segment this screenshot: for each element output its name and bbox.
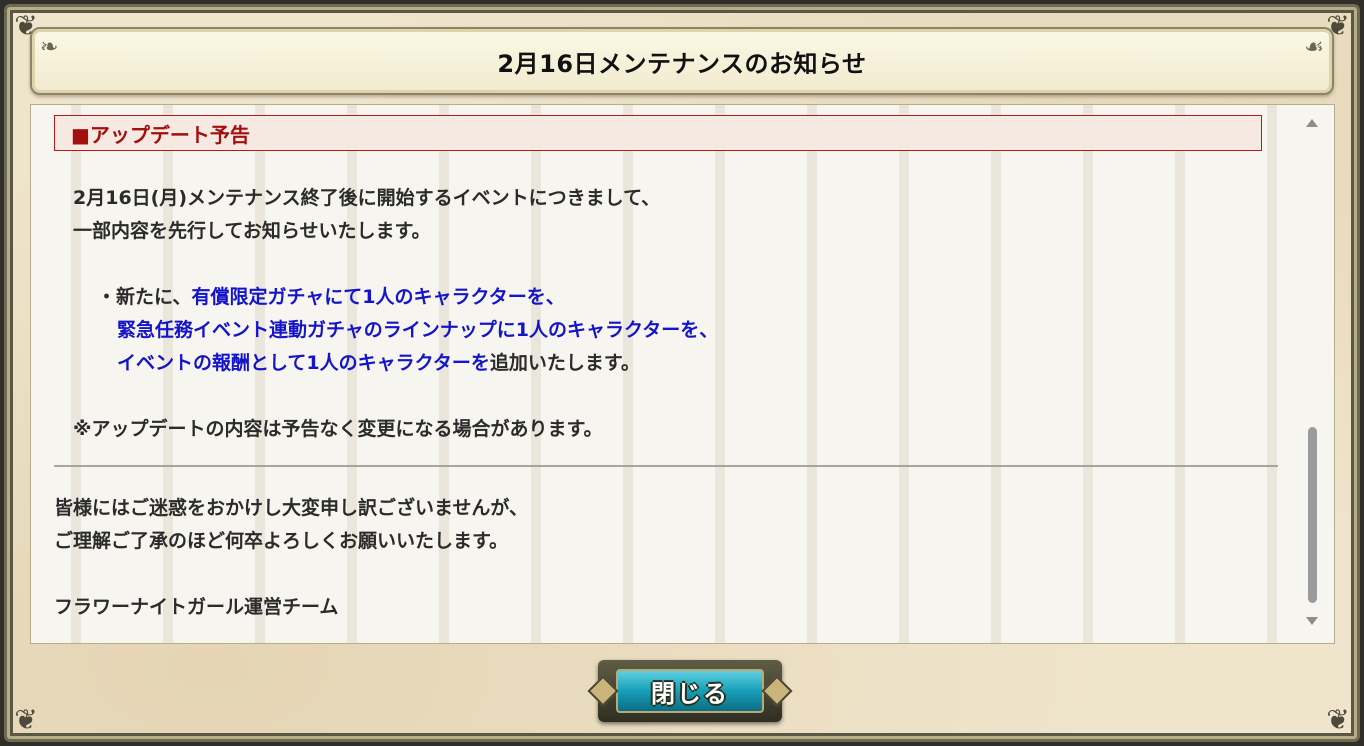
- bullet-prefix: ・新たに、: [97, 286, 192, 308]
- close-button-label: 閉じる: [651, 679, 729, 708]
- divider: [54, 465, 1278, 467]
- ornament-corner-icon: ❦: [1326, 703, 1350, 736]
- scroll-ornament-icon: ❧: [40, 35, 59, 60]
- title-bar: ❧ ☙ 2月16日メンテナンスのお知らせ: [30, 27, 1334, 95]
- section-header-label: ■アップデート予告: [71, 122, 250, 147]
- update-note: ※アップデートの内容は予告なく変更になる場合があります。: [73, 418, 603, 440]
- scroll-up-arrow-icon[interactable]: [1306, 119, 1318, 127]
- bullet-suffix: 追加いたします。: [489, 352, 641, 374]
- apology-line-2: ご理解ご了承のほど何卒よろしくお願いいたします。: [54, 530, 509, 552]
- highlight-text: 有償限定ガチャにて1人のキャラクターを、: [191, 286, 565, 308]
- vertical-scrollbar[interactable]: [1302, 113, 1322, 627]
- highlight-text: イベントの報酬として1人のキャラクターを: [117, 352, 490, 374]
- scroll-ornament-icon: ☙: [1304, 35, 1324, 60]
- bullet-line-2: 緊急任務イベント連動ガチャのラインナップに1人のキャラクターを、: [117, 319, 719, 341]
- bullet-line-3: イベントの報酬として1人のキャラクターを追加いたします。: [117, 348, 640, 375]
- scroll-down-arrow-icon[interactable]: [1306, 617, 1318, 625]
- close-button-face[interactable]: 閉じる: [616, 669, 764, 713]
- signature: フラワーナイトガール運営チーム: [54, 596, 339, 618]
- notice-content-panel[interactable]: ■アップデート予告 2月16日(月)メンテナンス終了後に開始するイベントにつきま…: [30, 104, 1335, 644]
- apology-line-1: 皆様にはご迷惑をおかけし大変申し訳ございませんが、: [54, 497, 529, 519]
- intro-line-2: 一部内容を先行してお知らせいたします。: [73, 220, 431, 242]
- scrollbar-thumb[interactable]: [1308, 427, 1317, 603]
- dialog-title: 2月16日メンテナンスのお知らせ: [497, 49, 867, 78]
- intro-line-1: 2月16日(月)メンテナンス終了後に開始するイベントにつきまして、: [73, 187, 661, 209]
- bullet-line-1: ・新たに、有償限定ガチャにて1人のキャラクターを、: [97, 282, 565, 309]
- section-header: ■アップデート予告: [54, 115, 1262, 151]
- ornament-corner-icon: ❦: [14, 703, 38, 736]
- close-button[interactable]: 閉じる: [598, 660, 782, 722]
